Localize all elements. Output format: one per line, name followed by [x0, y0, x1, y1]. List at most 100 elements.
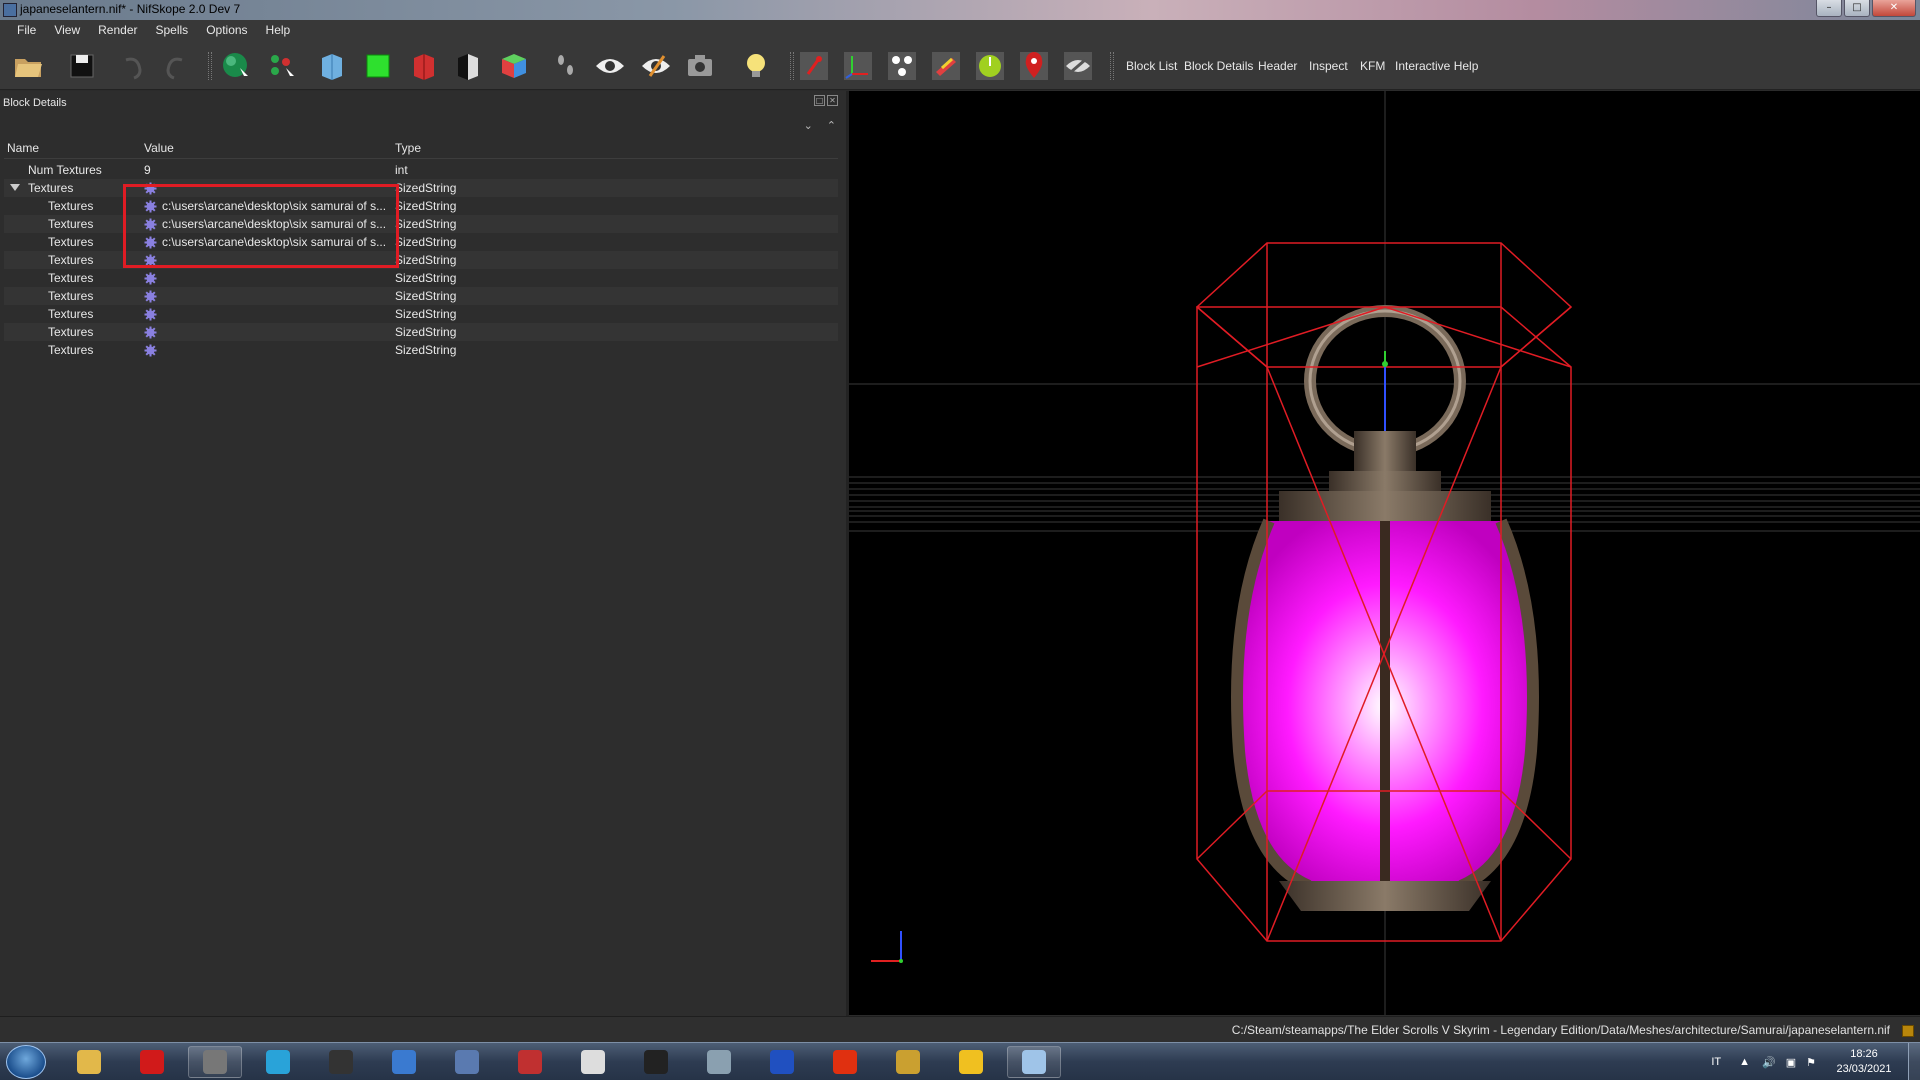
eye-icon[interactable] — [592, 48, 628, 84]
network-icon[interactable]: ▣ — [1786, 1056, 1796, 1069]
toolbar: Block List Block Details Header Inspect … — [0, 42, 1920, 90]
table-row[interactable]: Textures SizedString — [4, 305, 838, 323]
table-row[interactable]: Textures SizedString — [4, 341, 838, 359]
menu-options[interactable]: Options — [197, 20, 256, 42]
row-value[interactable]: 9 — [141, 163, 392, 177]
language-indicator[interactable]: IT — [1711, 1056, 1721, 1068]
row-value[interactable] — [141, 290, 392, 303]
view-perspective-icon[interactable] — [496, 48, 532, 84]
file-path-status: C:/Steam/steamapps/The Elder Scrolls V S… — [1231, 1023, 1890, 1037]
taskbar-window-app[interactable] — [692, 1046, 746, 1078]
show-markers-icon[interactable] — [928, 48, 964, 84]
show-nodes-icon[interactable] — [796, 48, 832, 84]
taskbar-windows-explorer[interactable] — [62, 1046, 116, 1078]
row-name-text: Textures — [48, 343, 94, 357]
row-name: Textures — [4, 343, 141, 357]
maximize-button[interactable]: □ — [1844, 0, 1870, 17]
row-type: SizedString — [395, 289, 457, 303]
row-value-text: 9 — [144, 163, 151, 177]
clock-time: 18:26 — [1850, 1048, 1878, 1060]
light-icon[interactable] — [738, 48, 774, 84]
menu-file[interactable]: File — [8, 20, 45, 42]
dock-float-button[interactable]: □ — [814, 95, 825, 106]
show-constraints-icon[interactable] — [884, 48, 920, 84]
menu-view[interactable]: View — [45, 20, 89, 42]
row-name-text: Textures — [48, 199, 94, 213]
film-app-icon — [203, 1050, 227, 1074]
toggle-block-list[interactable]: Block List — [1126, 59, 1177, 73]
row-value[interactable] — [141, 308, 392, 321]
taskbar-nifskope[interactable] — [1007, 1046, 1061, 1078]
expand-arrow-icon[interactable] — [10, 184, 20, 191]
table-row[interactable]: Textures SizedString — [4, 287, 838, 305]
row-type: SizedString — [395, 325, 457, 339]
collapse-all-icon[interactable]: ⌄ — [804, 119, 813, 132]
column-name[interactable]: Name — [4, 141, 141, 158]
taskbar-fdm[interactable] — [818, 1046, 872, 1078]
column-type[interactable]: Type — [392, 141, 832, 158]
view-flip-icon[interactable] — [450, 48, 486, 84]
taskbar-speaker-app[interactable] — [314, 1046, 368, 1078]
start-button[interactable] — [6, 1045, 46, 1079]
tray-expand-icon[interactable]: ▲ — [1739, 1056, 1750, 1068]
menu-help[interactable]: Help — [257, 20, 300, 42]
row-type: SizedString — [395, 307, 457, 321]
redo-icon[interactable] — [158, 48, 194, 84]
row-value[interactable] — [141, 344, 392, 357]
taskbar-grid-app[interactable] — [566, 1046, 620, 1078]
toggle-header[interactable]: Header — [1258, 59, 1297, 73]
select-object-icon[interactable] — [218, 48, 254, 84]
table-row[interactable]: Textures SizedString — [4, 323, 838, 341]
show-desktop-button[interactable] — [1908, 1043, 1920, 1080]
toggle-inspect[interactable]: Inspect — [1309, 59, 1348, 73]
taskbar-film-app[interactable] — [188, 1046, 242, 1078]
toggle-block-details[interactable]: Block Details — [1184, 59, 1253, 73]
close-button[interactable]: ✕ — [1872, 0, 1916, 17]
action-center-flag-icon[interactable]: ⚑ — [1806, 1056, 1816, 1069]
opera-icon — [140, 1050, 164, 1074]
save-icon[interactable] — [64, 48, 100, 84]
show-axes-icon[interactable] — [840, 48, 876, 84]
taskbar-nmm[interactable] — [629, 1046, 683, 1078]
walk-icon[interactable] — [548, 48, 584, 84]
undo-icon[interactable] — [114, 48, 150, 84]
clock[interactable]: 18:26 23/03/2021 — [1824, 1047, 1904, 1077]
minimize-button[interactable]: – — [1816, 0, 1842, 17]
view-top-icon[interactable] — [406, 48, 442, 84]
eye-off-icon[interactable] — [638, 48, 674, 84]
expand-all-icon[interactable]: ⌃ — [827, 119, 836, 132]
row-value[interactable] — [141, 272, 392, 285]
table-row[interactable]: Textures SizedString — [4, 269, 838, 287]
hide-hidden-icon[interactable] — [1060, 48, 1096, 84]
taskbar-ffdec[interactable] — [377, 1046, 431, 1078]
taskbar-feather-app[interactable] — [440, 1046, 494, 1078]
column-value[interactable]: Value — [141, 141, 392, 158]
screenshot-icon[interactable] — [682, 48, 718, 84]
taskbar-arrow-app[interactable] — [881, 1046, 935, 1078]
view-side-icon[interactable] — [360, 48, 396, 84]
toggle-interactive-help[interactable]: Interactive Help — [1395, 59, 1478, 73]
taskbar-opera[interactable] — [125, 1046, 179, 1078]
status-resize-icon — [1902, 1025, 1914, 1037]
toggle-kfm[interactable]: KFM — [1360, 59, 1385, 73]
table-row[interactable]: Num Textures 9 int — [4, 161, 838, 179]
row-name-text: Textures — [28, 181, 74, 195]
taskbar-spider-app[interactable] — [503, 1046, 557, 1078]
dock-close-button[interactable]: ✕ — [827, 95, 838, 106]
volume-icon[interactable]: 🔊 — [1762, 1056, 1776, 1069]
menu-render[interactable]: Render — [89, 20, 146, 42]
taskbar-music-app[interactable] — [251, 1046, 305, 1078]
view-front-icon[interactable] — [314, 48, 350, 84]
row-value[interactable] — [141, 326, 392, 339]
taskbar-headset-app[interactable] — [755, 1046, 809, 1078]
show-furniture-icon[interactable] — [1016, 48, 1052, 84]
menu-spells[interactable]: Spells — [147, 20, 198, 42]
show-havok-icon[interactable] — [972, 48, 1008, 84]
open-icon[interactable] — [10, 48, 46, 84]
render-viewport[interactable] — [849, 91, 1920, 1015]
folder-app-icon — [959, 1050, 983, 1074]
taskbar-folder-app[interactable] — [944, 1046, 998, 1078]
windows-taskbar: IT ▲ 🔊 ▣ ⚑ 18:26 23/03/2021 — [0, 1042, 1920, 1080]
grid-app-icon — [581, 1050, 605, 1074]
select-vertex-icon[interactable] — [264, 48, 300, 84]
